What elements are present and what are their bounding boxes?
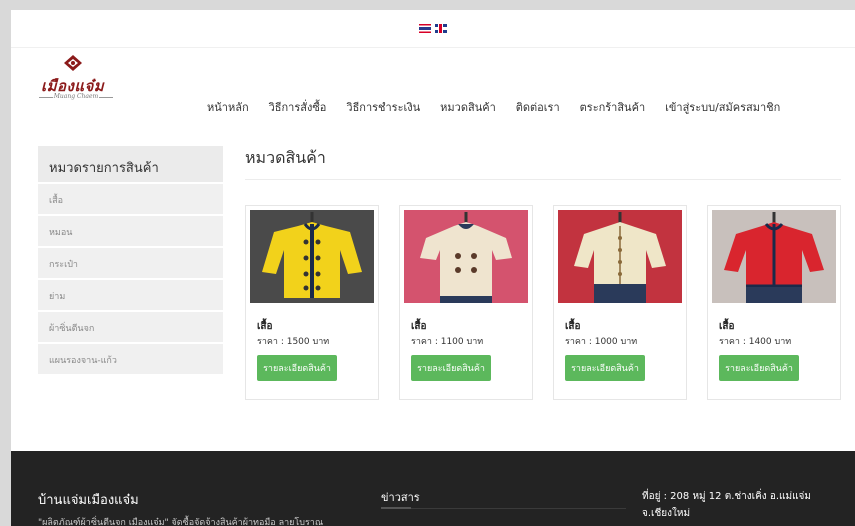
product-image[interactable] — [250, 210, 374, 303]
nav-contact[interactable]: ติดต่อเรา — [516, 98, 560, 116]
nav-categories[interactable]: หมวดสินค้า — [440, 98, 496, 116]
sidebar-item-placemat[interactable]: แผนรองจาน-แก้ว — [38, 344, 223, 374]
product-details-button[interactable]: รายละเอียดสินค้า — [257, 355, 337, 381]
product-name: เสื้อ — [411, 321, 427, 332]
product-price: ราคา : 1000 บาท — [565, 337, 638, 347]
nav-payment[interactable]: วิธีการชำระเงิน — [346, 98, 420, 116]
page: เมืองแจ๋ม Muang Chaem หน้าหลัก วิธีการสั… — [11, 10, 855, 526]
product-card: เสื้อ ราคา : 1500 บาท รายละเอียดสินค้า — [245, 205, 379, 400]
footer-title: บ้านแจ่มเมืองแจ๋ม — [38, 493, 139, 508]
sidebar-item-sarong[interactable]: ผ้าซิ่นตีนจก — [38, 312, 223, 342]
product-price: ราคา : 1100 บาท — [411, 337, 484, 347]
sidebar-item-pillow[interactable]: หมอน — [38, 216, 223, 246]
product-grid: เสื้อ ราคา : 1500 บาท รายละเอียดสินค้า เ… — [245, 205, 841, 400]
product-details-button[interactable]: รายละเอียดสินค้า — [565, 355, 645, 381]
product-name: เสื้อ — [565, 321, 581, 332]
sidebar-item-bag[interactable]: กระเป๋า — [38, 248, 223, 278]
product-details-button[interactable]: รายละเอียดสินค้า — [411, 355, 491, 381]
footer-description: "ผลิตภัณฑ์ผ้าซิ่นตีนจก เมืองแจ๋ม" จัดซื้… — [38, 518, 324, 526]
product-image[interactable] — [712, 210, 836, 303]
thai-flag-icon[interactable] — [419, 24, 431, 33]
page-title: หมวดสินค้า — [245, 148, 326, 167]
logo-tagline: Muang Chaem — [39, 93, 113, 100]
sidebar-item-shirt[interactable]: เสื้อ — [38, 184, 223, 214]
uk-flag-icon[interactable] — [435, 24, 447, 33]
nav-home[interactable]: หน้าหลัก — [207, 98, 249, 116]
sidebar-item-shoulder-bag[interactable]: ย่าม — [38, 280, 223, 310]
language-bar — [11, 10, 855, 48]
product-image[interactable] — [404, 210, 528, 303]
news-underline — [381, 507, 411, 509]
nav-cart[interactable]: ตระกร้าสินค้า — [580, 98, 645, 116]
address-line-1: ที่อยู่ : 208 หมู่ 12 ต.ช่างเคิ่ง อ.แม่แ… — [642, 491, 811, 502]
nav-how-to-order[interactable]: วิธีการสั่งซื้อ — [269, 98, 327, 116]
product-card: เสื้อ ราคา : 1100 บาท รายละเอียดสินค้า — [399, 205, 533, 400]
product-name: เสื้อ — [257, 321, 273, 332]
footer-news-heading[interactable]: ข่าวสาร — [381, 488, 420, 506]
product-card: เสื้อ ราคา : 1400 บาท รายละเอียดสินค้า — [707, 205, 841, 400]
category-sidebar: หมวดรายการสินค้า เสื้อ หมอน กระเป๋า ย่าม… — [38, 146, 223, 376]
product-price: ราคา : 1400 บาท — [719, 337, 792, 347]
nav-login-register[interactable]: เข้าสู่ระบบ/สมัครสมาชิก — [665, 98, 780, 116]
header: เมืองแจ๋ม Muang Chaem หน้าหลัก วิธีการสั… — [11, 48, 855, 130]
site-footer: บ้านแจ่มเมืองแจ๋ม "ผลิตภัณฑ์ผ้าซิ่นตีนจก… — [11, 451, 855, 526]
product-image[interactable] — [558, 210, 682, 303]
news-divider — [411, 508, 626, 509]
logo-diamond-icon — [64, 55, 82, 71]
product-card: เสื้อ ราคา : 1000 บาท รายละเอียดสินค้า — [553, 205, 687, 400]
main-nav: หน้าหลัก วิธีการสั่งซื้อ วิธีการชำระเงิน… — [207, 98, 780, 116]
product-details-button[interactable]: รายละเอียดสินค้า — [719, 355, 799, 381]
sidebar-title: หมวดรายการสินค้า — [38, 146, 223, 182]
address-line-2: จ.เชียงใหม่ — [642, 508, 691, 519]
site-logo[interactable]: เมืองแจ๋ม Muang Chaem — [39, 52, 115, 108]
footer-address: ที่อยู่ : 208 หมู่ 12 ต.ช่างเคิ่ง อ.แม่แ… — [642, 488, 847, 522]
product-name: เสื้อ — [719, 321, 735, 332]
title-divider — [245, 179, 841, 180]
product-price: ราคา : 1500 บาท — [257, 337, 330, 347]
